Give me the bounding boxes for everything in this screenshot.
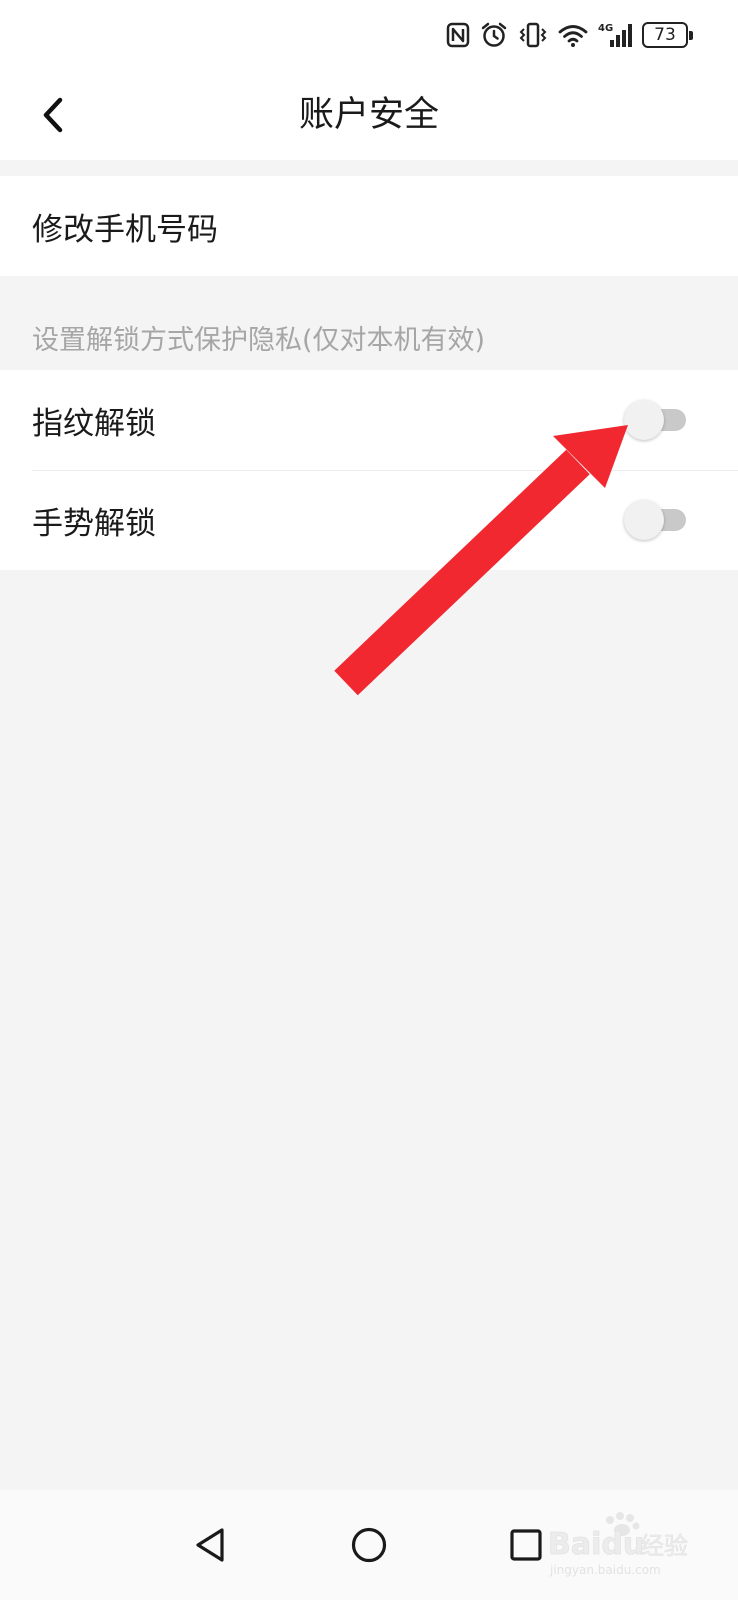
system-home-button[interactable] (339, 1515, 399, 1575)
system-recents-button[interactable] (496, 1515, 556, 1575)
unlock-section: 指纹解锁 手势解锁 (0, 370, 738, 570)
network-type-label: 4G (598, 23, 613, 34)
change-phone-number-item[interactable]: 修改手机号码 (0, 176, 738, 276)
square-recents-icon (510, 1529, 542, 1561)
nfc-icon (446, 22, 470, 48)
fingerprint-unlock-toggle[interactable] (624, 400, 686, 440)
toggle-knob (624, 500, 664, 540)
battery-icon: 73 (642, 22, 693, 48)
triangle-back-icon (196, 1528, 224, 1562)
status-icons: 4G 73 (446, 18, 693, 52)
gesture-unlock-label: 手势解锁 (32, 505, 156, 542)
status-bar: 4G 73 (0, 0, 738, 70)
nav-header: 账户安全 (0, 70, 738, 160)
battery-level: 73 (642, 22, 693, 48)
gesture-unlock-toggle[interactable] (624, 500, 686, 540)
gesture-unlock-item: 手势解锁 (0, 470, 738, 570)
alarm-icon (480, 21, 508, 49)
chevron-left-icon (43, 97, 63, 133)
vibrate-icon (518, 22, 548, 48)
change-phone-number-label: 修改手机号码 (32, 211, 218, 248)
wifi-icon (558, 22, 588, 48)
fingerprint-unlock-item: 指纹解锁 (0, 370, 738, 470)
system-back-button[interactable] (180, 1515, 240, 1575)
fingerprint-unlock-label: 指纹解锁 (32, 405, 156, 442)
toggle-knob (624, 400, 664, 440)
circle-home-icon (351, 1527, 387, 1563)
back-button[interactable] (28, 88, 78, 142)
page-title: 账户安全 (298, 95, 439, 135)
system-navigation-bar (0, 1490, 738, 1600)
unlock-section-header: 设置解锁方式保护隐私(仅对本机有效) (32, 325, 486, 356)
cellular-signal-icon: 4G (598, 21, 632, 49)
account-section: 修改手机号码 (0, 176, 738, 276)
